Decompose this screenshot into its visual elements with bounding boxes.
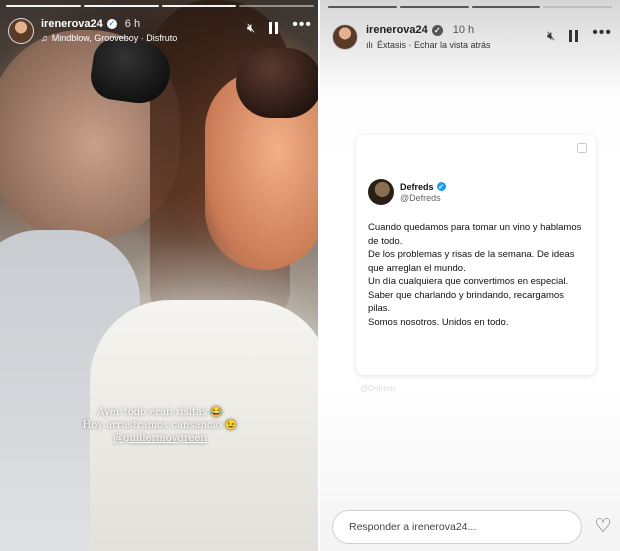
progress-segment [471,6,541,8]
progress-segment [161,5,237,7]
tweet-text: Cuando quedamos para tomar un vino y hab… [368,221,584,329]
mute-icon[interactable]: 🔇︎ [547,28,555,44]
avatar[interactable] [8,18,34,44]
music-label[interactable]: Mindblow, Grooveboy · Disfruto [52,33,178,43]
tweet-author-handle: @Defreds [400,192,441,203]
caption-line: Hoy arrastramos cansancio 😉 [82,420,238,431]
mention-link[interactable]: @guillermovgreen [0,432,320,445]
reply-input[interactable]: Responder a irenerova24... [332,510,582,544]
story-progress [328,6,612,8]
progress-segment [543,6,612,8]
pause-icon[interactable] [269,21,279,34]
photo-woman-sunglasses [236,48,320,118]
verified-icon: ✓ [436,182,446,191]
story-header: irenerova24 ✓ 6 h ♫ Mindblow, Grooveboy … [0,12,320,52]
progress-segment [6,5,81,7]
pause-icon[interactable] [569,30,579,42]
tweet-line: Somos nosotros. Unidos en todo. [368,316,509,328]
story-header: irenerova24 ✓ 10 h ılı Éxtasis · Echar l… [332,24,612,50]
story-caption: Ayer todo eran risitas 😂 Hoy arrastramos… [0,406,320,445]
copy-icon [577,143,587,153]
tweet-line: Saber que charlando y brindando, recarga… [368,289,564,315]
avatar[interactable] [332,24,358,50]
progress-segment [399,6,469,8]
story-progress [6,5,314,7]
username[interactable]: irenerova24 [366,24,428,36]
tweet-card[interactable]: Defreds ✓ @Defreds Cuando quedamos para … [356,135,596,375]
progress-segment [328,6,397,8]
mute-icon[interactable]: 🔇︎ [247,21,255,34]
username[interactable]: irenerova24 [41,18,103,30]
tweet-avatar [368,179,394,205]
progress-segment [239,5,314,7]
tweet-author-name: Defreds [400,181,434,192]
verified-icon: ✓ [431,24,443,36]
verified-icon: ✓ [106,19,117,29]
tweet-line: Un día cualquiera que convertimos en esp… [368,276,569,287]
music-label[interactable]: Éxtasis · Echar la vista atrás [377,40,491,50]
more-icon[interactable]: ••• [292,16,312,33]
heart-icon[interactable]: ♡ [592,516,614,538]
music-icon: ♫ [41,33,48,43]
story-right[interactable]: irenerova24 ✓ 10 h ılı Éxtasis · Echar l… [320,0,620,551]
tweet-line: Cuando quedamos para tomar un vino y hab… [368,222,582,247]
caption-line: Ayer todo eran risitas 😂 [97,407,223,418]
stories-viewer: irenerova24 ✓ 6 h ♫ Mindblow, Grooveboy … [0,0,620,551]
tweet-line: De los problemas y risas de la semana. D… [368,249,575,274]
story-left[interactable]: irenerova24 ✓ 6 h ♫ Mindblow, Grooveboy … [0,0,320,551]
progress-segment [83,5,159,7]
music-icon: ılı [366,40,374,50]
timestamp: 6 h [124,18,141,30]
tweet-footer-handle: @Defreds [360,384,397,393]
timestamp: 10 h [452,24,475,36]
more-icon[interactable]: ••• [592,24,612,42]
